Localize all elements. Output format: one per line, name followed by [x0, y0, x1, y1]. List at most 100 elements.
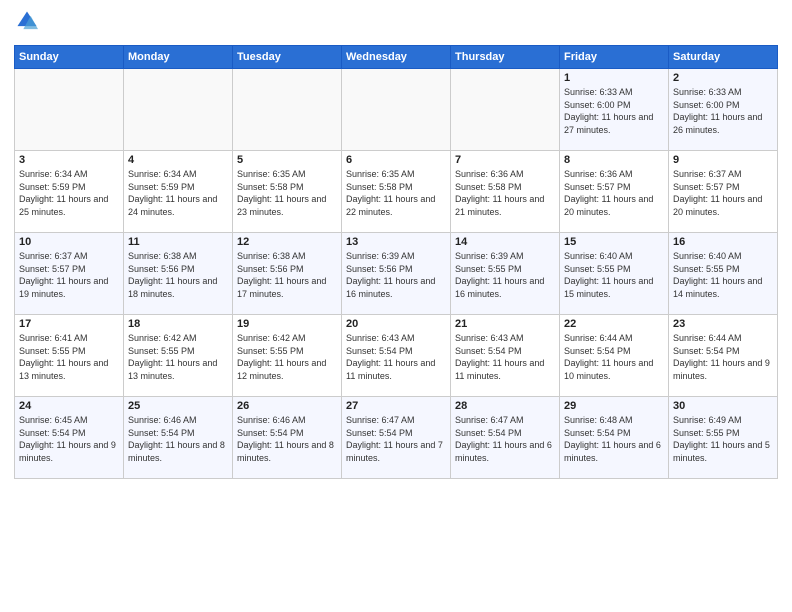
day-cell: 20 Sunrise: 6:43 AM Sunset: 5:54 PM Dayli…: [342, 315, 451, 397]
weekday-header-saturday: Saturday: [669, 46, 778, 69]
logo: [14, 10, 40, 37]
day-cell: 2Sunrise: 6:33 AM Sunset: 6:00 PM Daylig…: [669, 69, 778, 151]
day-info: Sunrise: 6:37 AM Sunset: 5:57 PM Dayligh…: [19, 250, 119, 300]
weekday-header-friday: Friday: [560, 46, 669, 69]
day-cell: 15 Sunrise: 6:40 AM Sunset: 5:55 PM Dayli…: [560, 233, 669, 315]
day-info: Sunrise: 6:40 AM Sunset: 5:55 PM Dayligh…: [673, 250, 773, 300]
weekday-row: SundayMondayTuesdayWednesdayThursdayFrid…: [15, 46, 778, 69]
week-row-4: 17 Sunrise: 6:41 AM Sunset: 5:55 PM Dayli…: [15, 315, 778, 397]
day-cell: 17 Sunrise: 6:41 AM Sunset: 5:55 PM Dayli…: [15, 315, 124, 397]
weekday-header-sunday: Sunday: [15, 46, 124, 69]
day-number: 3: [19, 154, 119, 166]
day-cell: 7Sunrise: 6:36 AM Sunset: 5:58 PM Daylig…: [451, 151, 560, 233]
day-number: 22: [564, 318, 664, 330]
day-info: Sunrise: 6:33 AM Sunset: 6:00 PM Dayligh…: [564, 86, 664, 136]
day-number: 20: [346, 318, 446, 330]
day-info: Sunrise: 6:37 AM Sunset: 5:57 PM Dayligh…: [673, 168, 773, 218]
day-cell: 25Sunrise: 6:46 AM Sunset: 5:54 PM Dayli…: [124, 397, 233, 479]
day-info: Sunrise: 6:35 AM Sunset: 5:58 PM Dayligh…: [237, 168, 337, 218]
day-number: 27: [346, 400, 446, 412]
day-number: 26: [237, 400, 337, 412]
day-number: 23: [673, 318, 773, 330]
day-info: Sunrise: 6:42 AM Sunset: 5:55 PM Dayligh…: [237, 332, 337, 382]
day-info: Sunrise: 6:41 AM Sunset: 5:55 PM Dayligh…: [19, 332, 119, 382]
day-cell: 3Sunrise: 6:34 AM Sunset: 5:59 PM Daylig…: [15, 151, 124, 233]
day-info: Sunrise: 6:43 AM Sunset: 5:54 PM Dayligh…: [455, 332, 555, 382]
day-cell: 11 Sunrise: 6:38 AM Sunset: 5:56 PM Dayli…: [124, 233, 233, 315]
day-info: Sunrise: 6:44 AM Sunset: 5:54 PM Dayligh…: [673, 332, 773, 382]
day-cell: 29Sunrise: 6:48 AM Sunset: 5:54 PM Dayli…: [560, 397, 669, 479]
day-number: 16: [673, 236, 773, 248]
header: [14, 10, 778, 37]
day-info: Sunrise: 6:46 AM Sunset: 5:54 PM Dayligh…: [128, 414, 228, 464]
day-number: 15: [564, 236, 664, 248]
day-number: 8: [564, 154, 664, 166]
day-cell: 18Sunrise: 6:42 AM Sunset: 5:55 PM Dayli…: [124, 315, 233, 397]
day-cell: 5 Sunrise: 6:35 AM Sunset: 5:58 PM Daylig…: [233, 151, 342, 233]
day-number: 18: [128, 318, 228, 330]
day-number: 12: [237, 236, 337, 248]
day-cell: 14 Sunrise: 6:39 AM Sunset: 5:55 PM Dayli…: [451, 233, 560, 315]
day-number: 5: [237, 154, 337, 166]
day-cell: 24 Sunrise: 6:45 AM Sunset: 5:54 PM Dayli…: [15, 397, 124, 479]
day-cell: 21 Sunrise: 6:43 AM Sunset: 5:54 PM Dayli…: [451, 315, 560, 397]
day-number: 19: [237, 318, 337, 330]
day-cell: 30 Sunrise: 6:49 AM Sunset: 5:55 PM Dayli…: [669, 397, 778, 479]
day-cell: 8 Sunrise: 6:36 AM Sunset: 5:57 PM Daylig…: [560, 151, 669, 233]
calendar-body: 1Sunrise: 6:33 AM Sunset: 6:00 PM Daylig…: [15, 69, 778, 479]
day-info: Sunrise: 6:38 AM Sunset: 5:56 PM Dayligh…: [237, 250, 337, 300]
week-row-5: 24 Sunrise: 6:45 AM Sunset: 5:54 PM Dayli…: [15, 397, 778, 479]
calendar-header: SundayMondayTuesdayWednesdayThursdayFrid…: [15, 46, 778, 69]
week-row-2: 3 Sunrise: 6:34 AM Sunset: 5:59 PM Daylig…: [15, 151, 778, 233]
day-cell: 28 Sunrise: 6:47 AM Sunset: 5:54 PM Dayli…: [451, 397, 560, 479]
day-info: Sunrise: 6:39 AM Sunset: 5:56 PM Dayligh…: [346, 250, 446, 300]
day-number: 9: [673, 154, 773, 166]
day-number: 21: [455, 318, 555, 330]
day-info: Sunrise: 6:39 AM Sunset: 5:55 PM Dayligh…: [455, 250, 555, 300]
day-info: Sunrise: 6:45 AM Sunset: 5:54 PM Dayligh…: [19, 414, 119, 464]
day-cell: 6 Sunrise: 6:35 AM Sunset: 5:58 PM Daylig…: [342, 151, 451, 233]
day-number: 30: [673, 400, 773, 412]
day-info: Sunrise: 6:49 AM Sunset: 5:55 PM Dayligh…: [673, 414, 773, 464]
day-cell: 16 Sunrise: 6:40 AM Sunset: 5:55 PM Dayli…: [669, 233, 778, 315]
day-cell: [15, 69, 124, 151]
weekday-header-thursday: Thursday: [451, 46, 560, 69]
day-number: 6: [346, 154, 446, 166]
day-info: Sunrise: 6:43 AM Sunset: 5:54 PM Dayligh…: [346, 332, 446, 382]
week-row-1: 1Sunrise: 6:33 AM Sunset: 6:00 PM Daylig…: [15, 69, 778, 151]
day-cell: 23 Sunrise: 6:44 AM Sunset: 5:54 PM Dayli…: [669, 315, 778, 397]
day-info: Sunrise: 6:35 AM Sunset: 5:58 PM Dayligh…: [346, 168, 446, 218]
day-cell: 10 Sunrise: 6:37 AM Sunset: 5:57 PM Dayli…: [15, 233, 124, 315]
day-info: Sunrise: 6:36 AM Sunset: 5:57 PM Dayligh…: [564, 168, 664, 218]
day-cell: 26 Sunrise: 6:46 AM Sunset: 5:54 PM Dayli…: [233, 397, 342, 479]
day-cell: 22 Sunrise: 6:44 AM Sunset: 5:54 PM Dayli…: [560, 315, 669, 397]
day-number: 4: [128, 154, 228, 166]
day-info: Sunrise: 6:46 AM Sunset: 5:54 PM Dayligh…: [237, 414, 337, 464]
calendar-table: SundayMondayTuesdayWednesdayThursdayFrid…: [14, 45, 778, 479]
day-info: Sunrise: 6:47 AM Sunset: 5:54 PM Dayligh…: [346, 414, 446, 464]
day-number: 24: [19, 400, 119, 412]
day-info: Sunrise: 6:34 AM Sunset: 5:59 PM Dayligh…: [128, 168, 228, 218]
week-row-3: 10 Sunrise: 6:37 AM Sunset: 5:57 PM Dayli…: [15, 233, 778, 315]
day-info: Sunrise: 6:47 AM Sunset: 5:54 PM Dayligh…: [455, 414, 555, 464]
day-number: 11: [128, 236, 228, 248]
day-info: Sunrise: 6:40 AM Sunset: 5:55 PM Dayligh…: [564, 250, 664, 300]
day-info: Sunrise: 6:36 AM Sunset: 5:58 PM Dayligh…: [455, 168, 555, 218]
day-cell: [233, 69, 342, 151]
day-number: 10: [19, 236, 119, 248]
day-number: 29: [564, 400, 664, 412]
day-info: Sunrise: 6:44 AM Sunset: 5:54 PM Dayligh…: [564, 332, 664, 382]
weekday-header-wednesday: Wednesday: [342, 46, 451, 69]
day-number: 28: [455, 400, 555, 412]
day-cell: [451, 69, 560, 151]
page: SundayMondayTuesdayWednesdayThursdayFrid…: [0, 0, 792, 612]
day-cell: [124, 69, 233, 151]
weekday-header-monday: Monday: [124, 46, 233, 69]
day-number: 14: [455, 236, 555, 248]
day-cell: 13 Sunrise: 6:39 AM Sunset: 5:56 PM Dayli…: [342, 233, 451, 315]
day-cell: 19 Sunrise: 6:42 AM Sunset: 5:55 PM Dayli…: [233, 315, 342, 397]
day-info: Sunrise: 6:38 AM Sunset: 5:56 PM Dayligh…: [128, 250, 228, 300]
weekday-header-tuesday: Tuesday: [233, 46, 342, 69]
day-number: 17: [19, 318, 119, 330]
day-number: 13: [346, 236, 446, 248]
